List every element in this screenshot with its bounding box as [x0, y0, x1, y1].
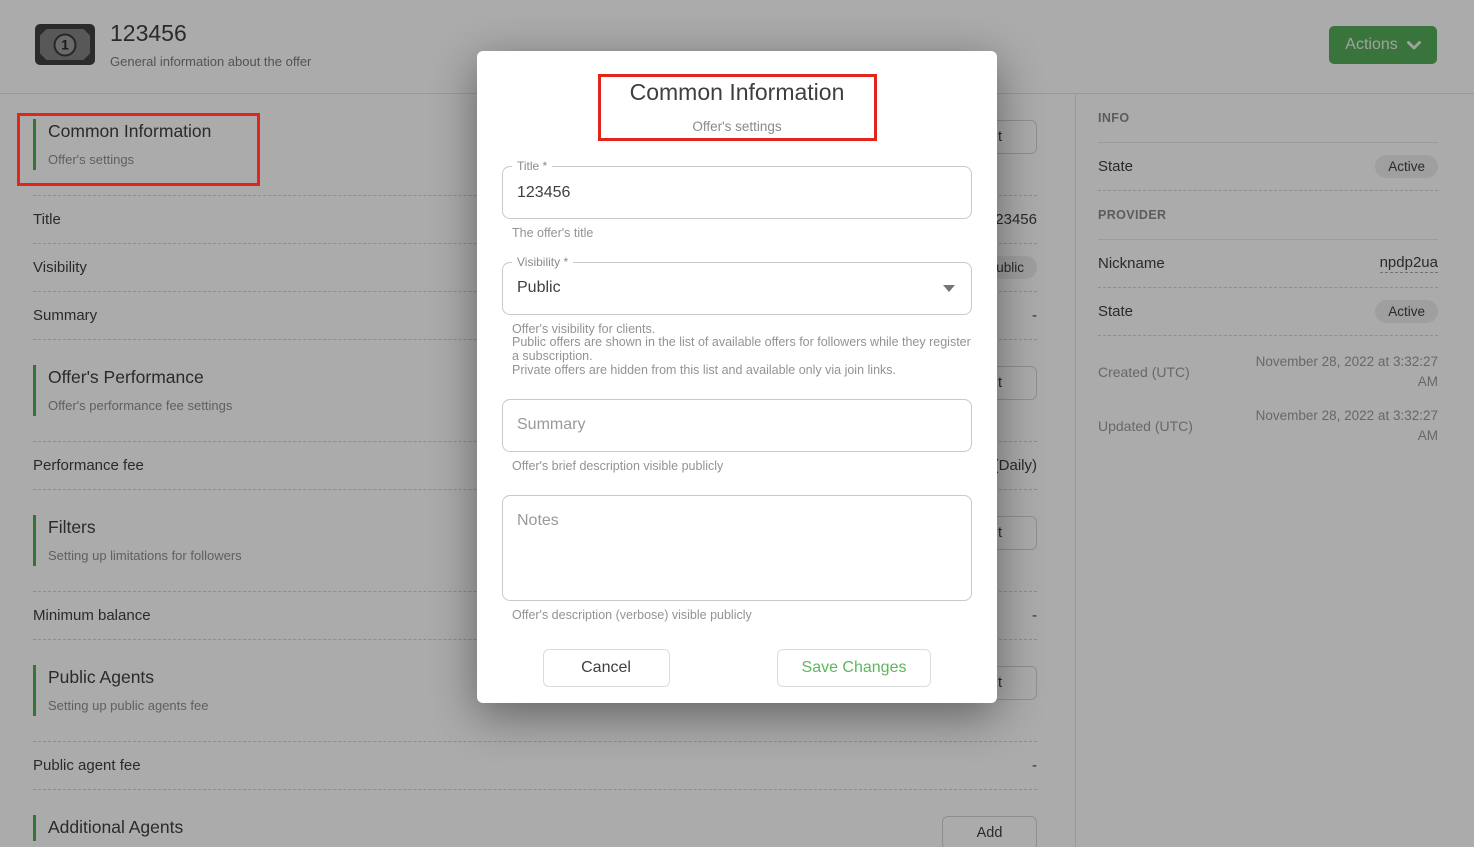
- title-field: Title *: [502, 166, 972, 219]
- notes-field: [502, 495, 972, 601]
- dialog-actions: Cancel Save Changes: [502, 649, 972, 687]
- notes-helper: Offer's description (verbose) visible pu…: [512, 609, 972, 623]
- title-input[interactable]: [503, 167, 971, 218]
- visibility-field: Visibility * Public: [502, 262, 972, 315]
- summary-input[interactable]: [503, 400, 971, 451]
- dropdown-arrow-icon: [943, 285, 955, 292]
- summary-field: [502, 399, 972, 452]
- visibility-field-label: Visibility *: [512, 255, 573, 269]
- title-helper: The offer's title: [512, 227, 972, 241]
- save-changes-button[interactable]: Save Changes: [777, 649, 932, 687]
- dialog-subtitle: Offer's settings: [502, 119, 972, 134]
- common-information-dialog: Common Information Offer's settings Titl…: [477, 51, 997, 703]
- visibility-helper: Offer's visibility for clients. Public o…: [512, 323, 972, 378]
- title-field-label: Title *: [512, 159, 552, 173]
- visibility-selected-value: Public: [517, 279, 561, 297]
- visibility-select[interactable]: Public: [503, 263, 971, 314]
- notes-input[interactable]: [503, 496, 971, 600]
- dialog-title: Common Information: [502, 79, 972, 106]
- cancel-button[interactable]: Cancel: [543, 649, 670, 687]
- summary-helper: Offer's brief description visible public…: [512, 460, 972, 474]
- offer-details-page: 1 123456 General information about the o…: [0, 0, 1474, 847]
